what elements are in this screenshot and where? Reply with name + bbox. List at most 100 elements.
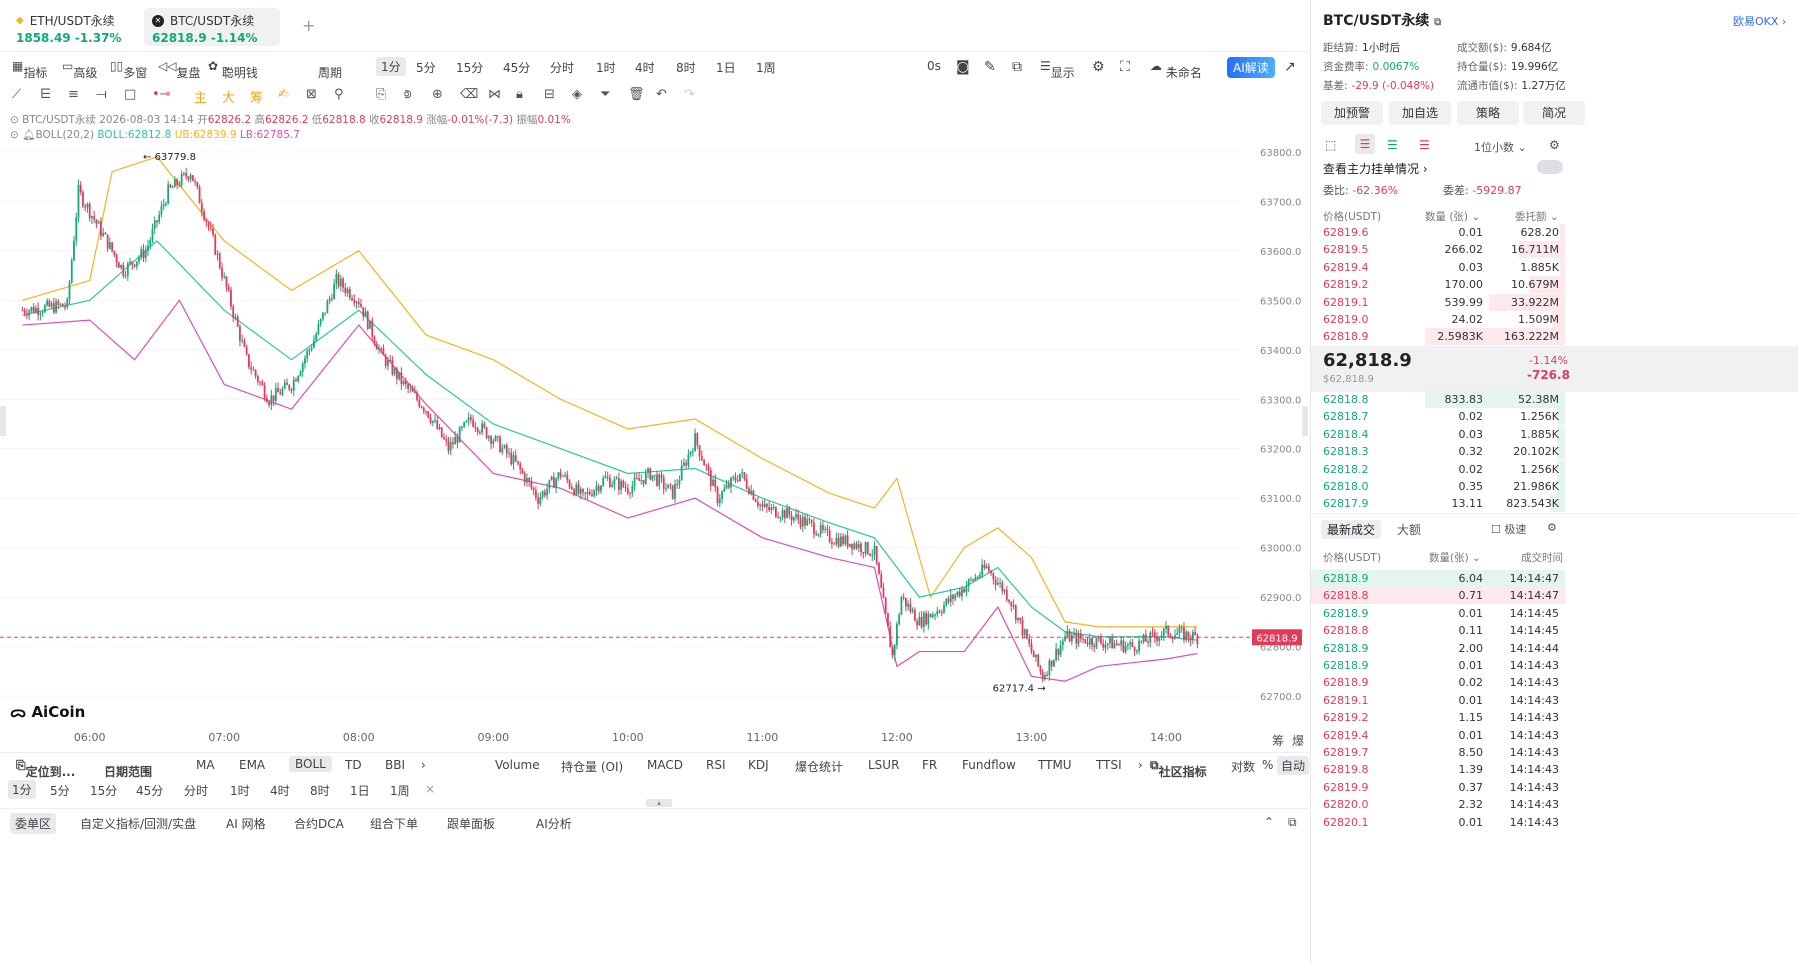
copy-icon[interactable]: ⎘ xyxy=(376,87,386,102)
arrow-marker-icon[interactable]: •⊸ xyxy=(152,87,171,102)
period-dropdown[interactable]: 周期 ⌄ xyxy=(318,59,342,80)
ask-row[interactable]: 62818.9 2.5983K 163.222M xyxy=(1311,328,1565,346)
bid-row[interactable]: 62818.8 833.83 52.38M xyxy=(1311,391,1565,408)
main-label-icon[interactable]: 主 xyxy=(194,87,207,106)
display-button[interactable]: ☰ 显示 xyxy=(1040,59,1075,80)
trades-settings-icon[interactable]: ⚙ xyxy=(1547,521,1557,534)
interval-7[interactable]: 8时 xyxy=(676,59,696,76)
fullscreen-icon[interactable]: ⛶ xyxy=(1120,59,1130,75)
indicators-button[interactable]: ▦ 指标 xyxy=(12,59,47,80)
smart-money-button[interactable]: ✿ 聪明钱 ⌄ xyxy=(208,59,258,80)
interval-9[interactable]: 1周 xyxy=(756,59,776,76)
percent-scale-toggle[interactable]: % xyxy=(1262,758,1273,772)
rectangle-icon[interactable]: □ xyxy=(124,87,136,102)
quick-interval-6[interactable]: 4时 xyxy=(270,782,290,799)
main-indicator-ma[interactable]: MA xyxy=(196,758,215,772)
sub-indicator-4[interactable]: KDJ xyxy=(748,758,769,772)
orderbook-mode-asks-icon[interactable]: ☰ xyxy=(1419,138,1430,152)
bottom-tab-6[interactable]: AI分析 xyxy=(536,815,572,832)
interval-3[interactable]: 45分 xyxy=(503,59,530,76)
bid-row[interactable]: 62817.9 13.11 823.543K xyxy=(1311,495,1565,513)
quick-interval-4[interactable]: 分时 xyxy=(184,782,208,799)
copy-symbol-icon[interactable]: ⧉ xyxy=(1434,17,1441,28)
layout-dropdown[interactable]: ☁ 未命名 ⌄ xyxy=(1150,59,1202,80)
chart-svg[interactable]: 63800.0 63700.0 63600.0 63500.0 63400.0 63300… xyxy=(0,108,1308,748)
orderbook-mode-both-icon[interactable]: ⬚ xyxy=(1325,138,1336,152)
chips-toggle[interactable]: 筹 xyxy=(1272,732,1284,749)
tab-btc[interactable]: ✕ BTC/USDT永续 62818.9 -1.14% xyxy=(144,8,280,46)
tab-large-trades[interactable]: 大额 xyxy=(1397,521,1421,538)
tab-latest-trades[interactable]: 最新成交 xyxy=(1321,520,1382,539)
redo-icon[interactable]: ↷ xyxy=(684,87,695,102)
note-icon[interactable]: ✍ xyxy=(278,87,289,102)
left-collapse-handle[interactable] xyxy=(0,406,6,436)
bottom-tab-2[interactable]: AI 网格 xyxy=(226,815,266,832)
orderbook-mode-split-icon[interactable]: ☰ xyxy=(1355,134,1375,154)
ask-row[interactable]: 62819.2 170.00 10.679M xyxy=(1311,276,1565,294)
eraser-icon[interactable]: ⌫ xyxy=(460,87,478,102)
quick-interval-8[interactable]: 1日 xyxy=(350,782,370,799)
bottom-tab-5[interactable]: 跟单面板 xyxy=(447,815,495,832)
ask-row[interactable]: 62819.1 539.99 33.922M xyxy=(1311,293,1565,311)
lock-icon[interactable]: 🔒︎ xyxy=(516,87,523,102)
side-button-1[interactable]: 加自选 xyxy=(1389,101,1451,125)
more-main-icon[interactable]: › xyxy=(421,758,426,772)
interval-4[interactable]: 分时 xyxy=(550,59,574,76)
measure-icon[interactable]: ⚲ xyxy=(334,87,344,102)
main-indicator-bbi[interactable]: BBI xyxy=(385,758,405,772)
side-button-3[interactable]: 简况 xyxy=(1523,101,1585,125)
sub-indicator-3[interactable]: RSI xyxy=(706,758,726,772)
sub-indicator-0[interactable]: Volume xyxy=(495,758,540,772)
add-tab-button[interactable]: + xyxy=(302,16,315,35)
interval-5[interactable]: 1时 xyxy=(596,59,616,76)
interval-1[interactable]: 5分 xyxy=(416,59,436,76)
bid-row[interactable]: 62818.4 0.03 1.885K xyxy=(1311,425,1565,443)
sub-indicator-2[interactable]: MACD xyxy=(647,758,683,772)
right-collapse-handle[interactable] xyxy=(1302,406,1308,436)
main-indicator-boll[interactable]: BOLL xyxy=(289,756,332,772)
side-button-0[interactable]: 加预警 xyxy=(1321,101,1383,125)
horizontal-lines-icon[interactable]: ≡ xyxy=(68,87,79,102)
magnify-icon[interactable]: ⊕ xyxy=(432,87,443,102)
sub-indicator-7[interactable]: FR xyxy=(922,758,937,772)
quick-interval-9[interactable]: 1周 xyxy=(390,782,410,799)
bid-row[interactable]: 62818.0 0.35 21.986K xyxy=(1311,478,1565,495)
precision-dropdown[interactable]: 1位小数 ⌄ xyxy=(1474,139,1527,155)
sub-indicator-8[interactable]: Fundflow xyxy=(962,758,1016,772)
collapse-up-icon[interactable]: ⌃ xyxy=(1264,815,1274,829)
layers-icon[interactable]: ◈ xyxy=(572,87,582,102)
advanced-button[interactable]: ▭ 高级 xyxy=(62,59,97,80)
quick-interval-0[interactable]: 1分 xyxy=(8,780,36,799)
quick-interval-7[interactable]: 8时 xyxy=(310,782,330,799)
orderbook-mode-bids-icon[interactable]: ☰ xyxy=(1387,138,1398,152)
close-interval-bar[interactable]: × xyxy=(425,782,435,796)
settings-gear-icon[interactable]: ⚙ xyxy=(1092,59,1105,75)
main-indicator-td[interactable]: TD xyxy=(345,758,362,772)
interval-2[interactable]: 15分 xyxy=(456,59,483,76)
tr-qty-header[interactable]: 数量(张) ⌄ xyxy=(1429,550,1481,565)
liquidation-toggle[interactable]: 爆 xyxy=(1292,732,1304,749)
more-sub-icon[interactable]: › xyxy=(1138,758,1143,772)
bottom-tab-3[interactable]: 合约DCA xyxy=(294,815,344,832)
magnet-icon[interactable]: ⋈ xyxy=(488,87,501,102)
filter-icon[interactable]: ⏷ xyxy=(600,87,610,102)
side-button-2[interactable]: 策略 xyxy=(1457,101,1519,125)
main-indicator-ema[interactable]: EMA xyxy=(239,758,265,772)
ob-amount-header[interactable]: 委托额 ⌄ xyxy=(1515,209,1559,224)
interval-8[interactable]: 1日 xyxy=(716,59,736,76)
bid-row[interactable]: 62818.7 0.02 1.256K xyxy=(1311,408,1565,426)
share-icon[interactable]: ↗ xyxy=(1284,59,1296,75)
ask-row[interactable]: 62819.0 24.02 1.509M xyxy=(1311,311,1565,328)
log-scale-toggle[interactable]: 对数 xyxy=(1231,758,1255,775)
bottom-tab-1[interactable]: 自定义指标/回测/实盘 xyxy=(80,815,196,832)
quick-interval-2[interactable]: 15分 xyxy=(90,782,117,799)
parallel-lines-icon[interactable]: ⋿ xyxy=(40,87,51,102)
price-chart[interactable]: 63800.0 63700.0 63600.0 63500.0 63400.0 63300… xyxy=(0,108,1308,748)
main-orders-toggle[interactable] xyxy=(1537,160,1563,174)
trend-line-icon[interactable]: ⟋ xyxy=(12,87,21,102)
share-chart-icon[interactable]: ⧉ xyxy=(1012,59,1022,75)
multi-window-button[interactable]: ▯▯ 多窗 xyxy=(110,59,147,80)
tab-eth[interactable]: ◆ ETH/USDT永续 1858.49 -1.37% xyxy=(8,8,138,46)
fast-toggle[interactable]: ☐ 极速 xyxy=(1491,521,1526,537)
popout-icon[interactable]: ⧉ xyxy=(1288,815,1297,830)
